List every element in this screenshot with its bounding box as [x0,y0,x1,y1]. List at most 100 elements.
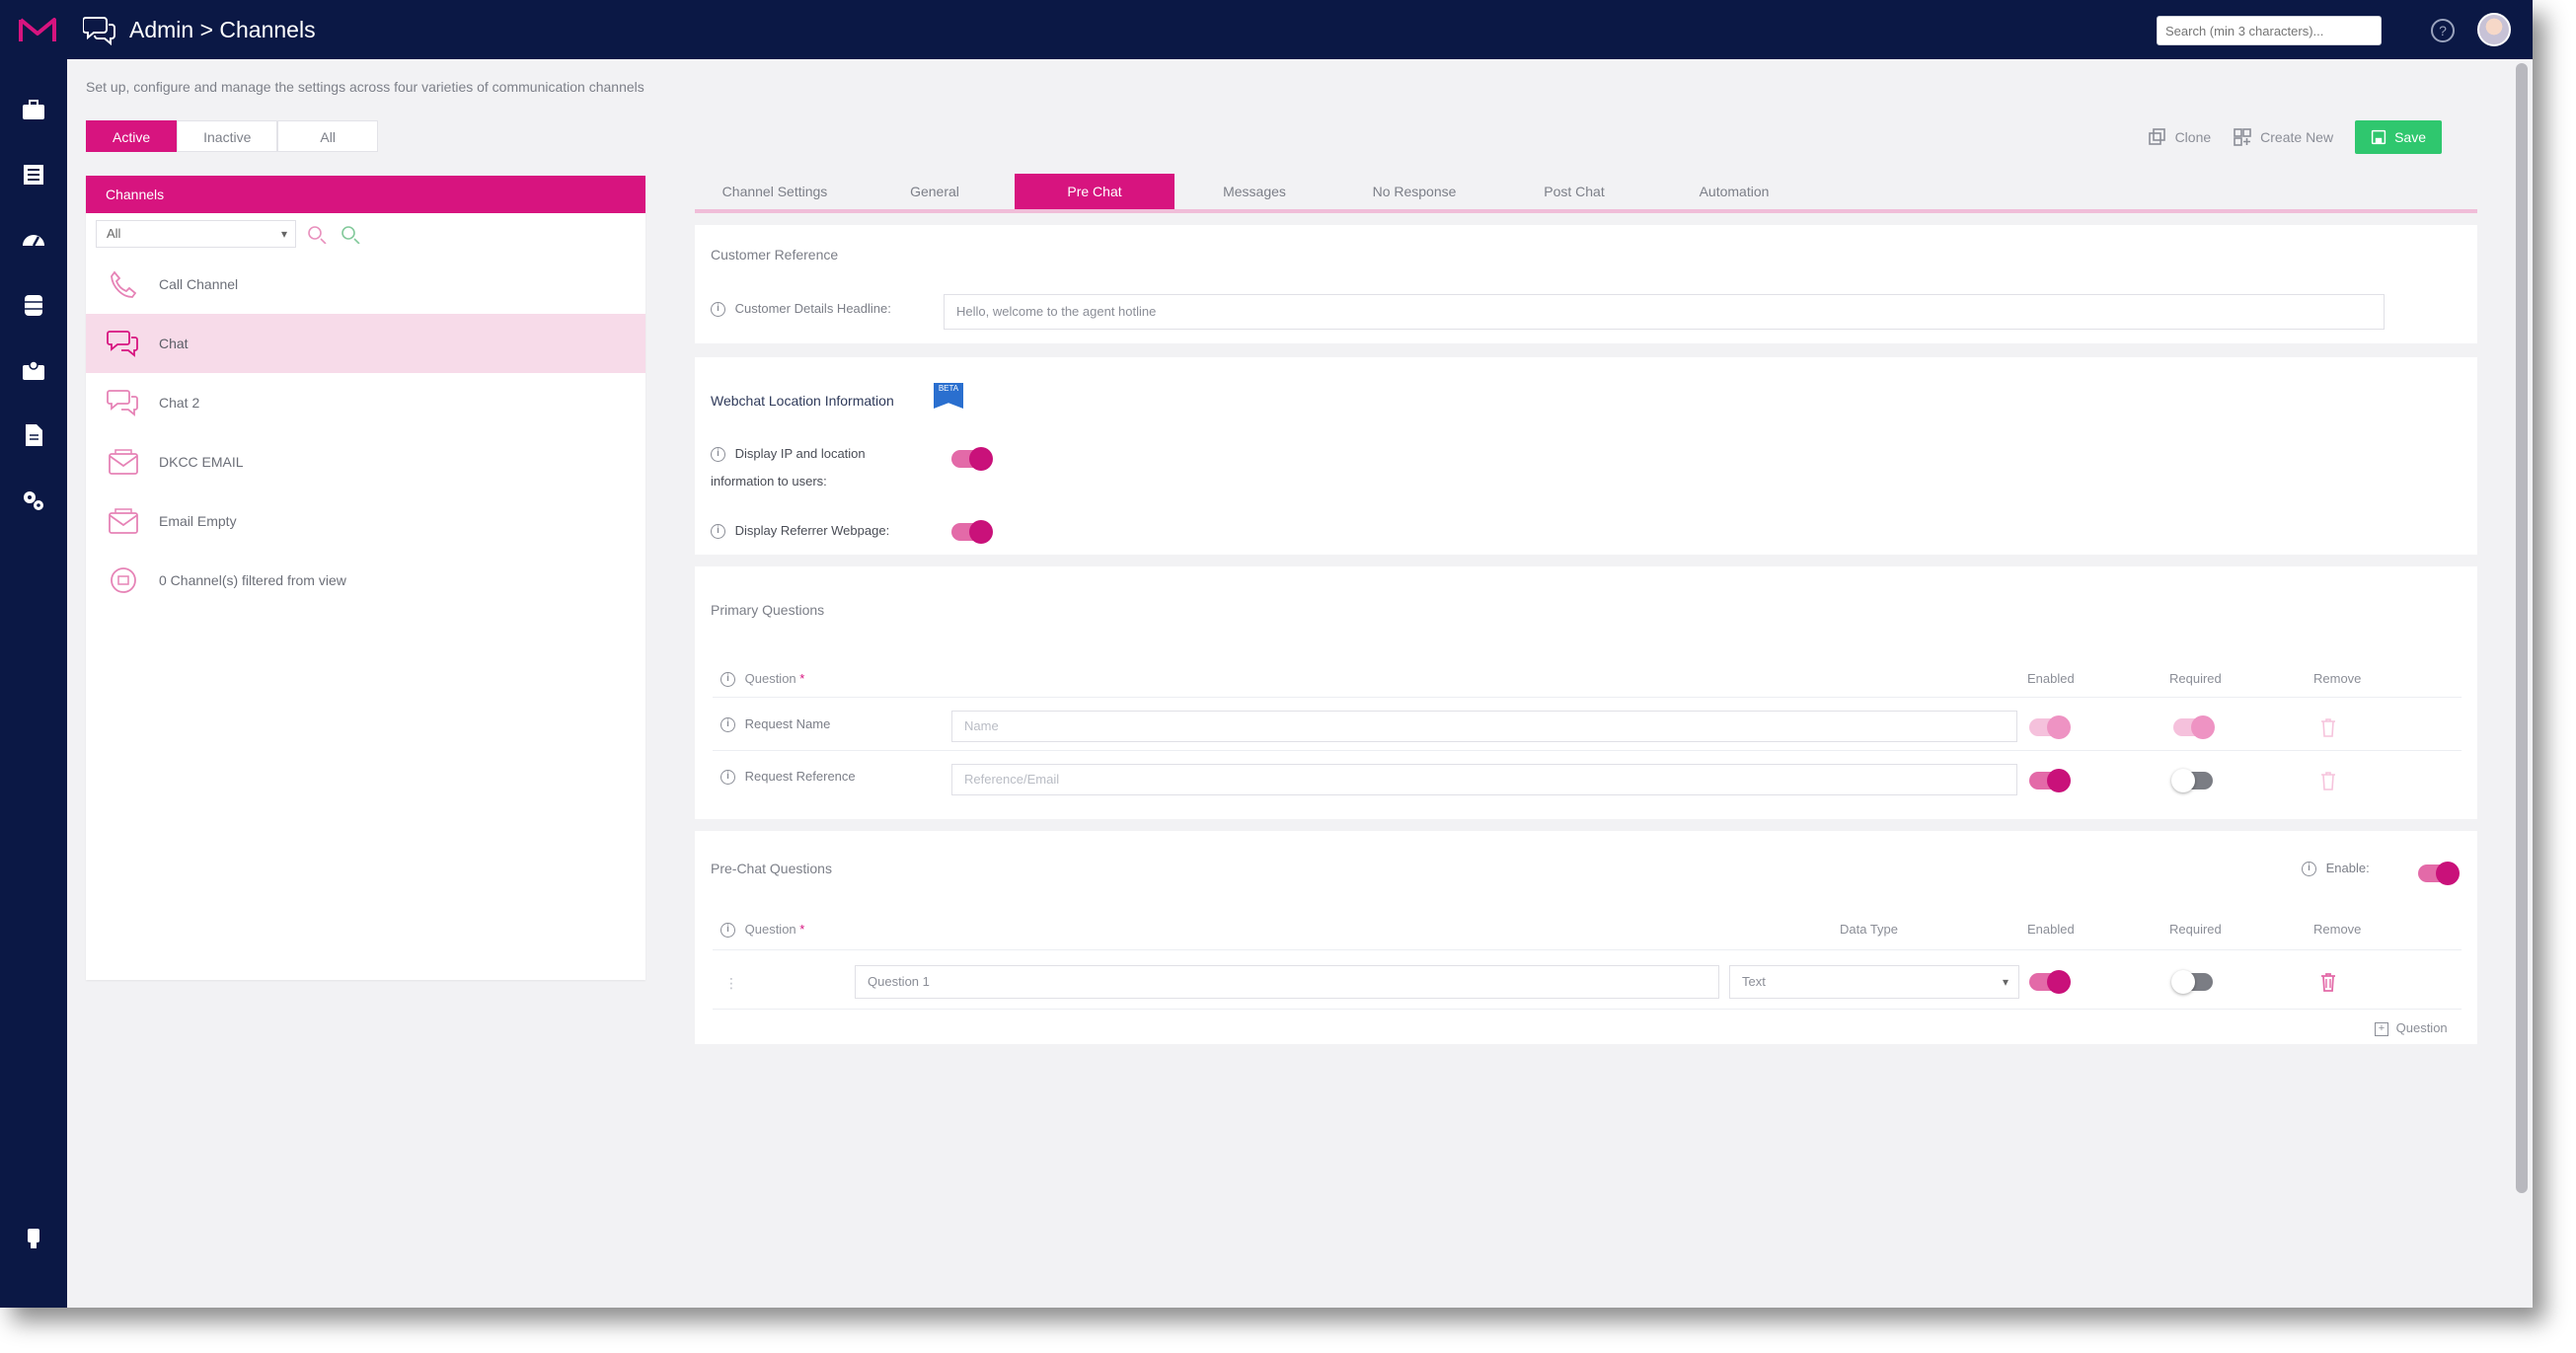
channel-type-select[interactable]: All [96,220,296,248]
tab-post-chat[interactable]: Post Chat [1494,174,1654,209]
sidebar-item-monitor[interactable] [17,225,50,255]
prechat-question-enabled-toggle[interactable] [2029,970,2071,994]
display-ip-label: i Display IP and location information to… [711,440,866,495]
grid-plus-icon [2234,128,2251,146]
question-row-label: i Request Name [720,716,830,733]
channel-item-email-empty[interactable]: Email Empty [86,491,645,551]
channel-label: Chat [159,336,189,351]
sidebar-item-reports[interactable] [17,160,50,189]
info-icon: i [720,770,735,786]
tab-messages[interactable]: Messages [1174,174,1334,209]
request-reference-required-toggle[interactable] [2171,769,2213,792]
add-question-label: Question [2395,1020,2448,1035]
divider [713,949,2462,950]
prechat-enable-toggle[interactable] [2418,862,2460,885]
required-column-header: Required [2169,922,2222,937]
required-column-header: Required [2169,671,2222,686]
channel-item-chat[interactable]: Chat [86,314,645,373]
question-row-label: i Request Reference [720,769,856,786]
data-type-column-header: Data Type [1840,922,1899,937]
display-referrer-label: i Display Referrer Webpage: [711,523,890,540]
info-icon: i [711,302,725,318]
channel-label: DKCC EMAIL [159,454,244,470]
copy-icon [2148,128,2165,145]
speedometer-icon [23,235,44,247]
request-reference-enabled-toggle[interactable] [2029,769,2071,792]
customer-reference-title: Customer Reference [711,247,839,263]
global-search-input[interactable] [2157,16,2382,45]
filter-active-button[interactable]: Active [86,120,178,152]
prechat-questions-title: Pre-Chat Questions [711,861,832,876]
prechat-questions-card: Pre-Chat Questions i Enable: i Question … [695,831,2477,1044]
display-referrer-toggle[interactable] [951,520,993,544]
channel-label: Email Empty [159,513,237,529]
trash-icon[interactable] [2318,770,2338,791]
drag-handle-icon[interactable]: ⋮ [724,975,738,992]
request-name-required-toggle [2173,715,2215,739]
trash-icon [2321,718,2335,737]
prechat-data-type-select[interactable]: Text ▾ [1729,965,2019,999]
info-icon: i [711,524,725,540]
sidebar-item-integrations[interactable] [17,486,50,515]
customer-reference-card: Customer Reference i Customer Details He… [695,225,2477,343]
create-new-button[interactable]: Create New [2233,127,2333,147]
filter-all-button[interactable]: All [277,120,378,152]
scrollbar-thumb[interactable] [2516,63,2528,1193]
channel-item-dkcc-email[interactable]: DKCC EMAIL [86,432,645,491]
status-filter-group: Active Inactive All [86,120,378,152]
user-avatar[interactable] [2477,13,2511,46]
display-ip-toggle[interactable] [951,447,993,471]
tab-general[interactable]: General [855,174,1015,209]
customer-headline-input[interactable]: Hello, welcome to the agent hotline [944,294,2385,330]
divider [713,750,2462,751]
webchat-location-title: Webchat Location Information [711,393,894,409]
prechat-question-required-toggle[interactable] [2171,970,2213,994]
page-title: Admin > Channels [129,17,316,42]
request-name-enabled-toggle [2029,715,2071,739]
help-icon[interactable]: ? [2429,17,2457,44]
channels-filtered-note: 0 Channel(s) filtered from view [86,551,645,610]
trash-icon[interactable] [2318,971,2338,993]
beta-badge: BETA [934,383,963,409]
save-button[interactable]: Save [2355,120,2442,154]
channel-item-call[interactable]: Call Channel [86,255,645,314]
sidebar-item-dashboard[interactable] [17,95,50,124]
primary-questions-title: Primary Questions [711,602,825,618]
display-referrer-label-text: Display Referrer Webpage: [734,523,890,538]
add-question-button[interactable]: + Question [2375,1020,2448,1036]
chevron-down-icon: ▾ [2002,975,2008,989]
remove-column-header: Remove [2313,922,2362,937]
customer-headline-label: i Customer Details Headline: [711,301,891,318]
channel-item-chat-2[interactable]: Chat 2 [86,373,645,432]
request-name-input[interactable]: Name [951,711,2017,742]
page-intro: Set up, configure and manage the setting… [86,79,644,95]
webchat-location-card: Webchat Location Information BETA i Disp… [695,357,2477,555]
enabled-column-header: Enabled [2027,922,2075,937]
tab-automation[interactable]: Automation [1654,174,1814,209]
prechat-enable-label: i Enable: [2302,861,2370,877]
filter-remove-icon[interactable] [306,224,330,244]
prechat-question-input[interactable]: Question 1 [855,965,1719,999]
clone-button[interactable]: Clone [2148,127,2211,147]
tab-channel-settings[interactable]: Channel Settings [695,174,855,209]
sidebar-item-documents[interactable] [17,420,50,450]
sidebar-item-help[interactable] [17,1224,50,1253]
info-icon: i [2302,862,2316,877]
filter-add-icon[interactable] [340,224,363,244]
brand-logo-icon[interactable] [18,14,57,45]
tab-no-response[interactable]: No Response [1334,174,1494,209]
sidebar-item-admin[interactable] [17,355,50,385]
required-mark: * [799,922,805,937]
sidebar-nav [0,59,67,1308]
question-row-label-text: Request Reference [744,769,856,784]
primary-questions-card: Primary Questions i Question * Enabled R… [695,566,2477,819]
filter-inactive-button[interactable]: Inactive [177,120,278,152]
channels-header: Channels [86,176,645,213]
prechat-enable-label-text: Enable: [2325,861,2370,875]
sidebar-item-database[interactable] [17,290,50,320]
info-icon: i [720,923,735,939]
display-ip-label-line2: information to users: [711,474,827,489]
request-reference-input[interactable]: Reference/Email [951,764,2017,795]
tab-pre-chat[interactable]: Pre Chat [1015,174,1174,209]
info-icon: i [720,672,735,688]
